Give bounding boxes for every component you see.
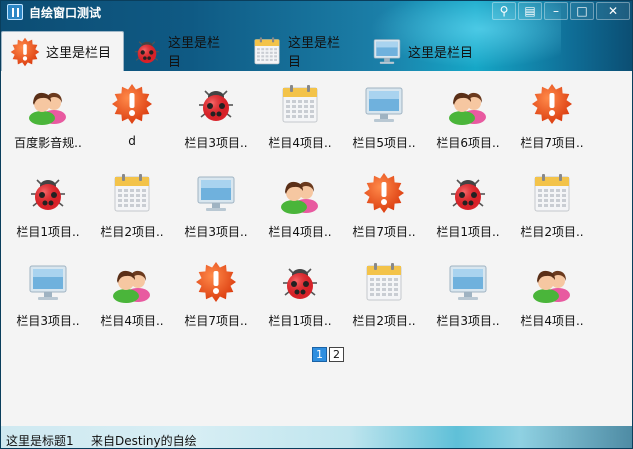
grid-item-label: 栏目1项目.. xyxy=(436,225,500,239)
status-credit: 来自Destiny的自绘 xyxy=(91,434,197,448)
warn-icon xyxy=(111,83,153,125)
tab-label: 这里是栏目 xyxy=(168,36,221,70)
bug-icon xyxy=(132,36,162,66)
calendar-icon xyxy=(111,172,153,214)
bug-icon xyxy=(447,172,489,214)
grid-item-label: 栏目2项目.. xyxy=(352,314,416,328)
monitor-icon xyxy=(447,261,489,303)
warn-icon xyxy=(10,37,40,67)
warn-icon xyxy=(195,261,237,303)
warn-icon xyxy=(531,83,573,125)
tab-3[interactable]: 这里是栏目 xyxy=(244,31,364,71)
title-bar[interactable]: 自绘窗口测试 ⚲ ▤ – □ ✕ xyxy=(1,1,632,23)
calendar-icon xyxy=(531,172,573,214)
tab-label: 这里是栏目 xyxy=(408,45,474,61)
bug-icon xyxy=(195,83,237,125)
maximize-button[interactable]: □ xyxy=(570,2,594,20)
calendar-icon xyxy=(252,36,282,66)
grid-item[interactable]: 栏目4项目.. xyxy=(90,257,174,337)
user-icon xyxy=(531,261,573,303)
window-title: 自绘窗口测试 xyxy=(29,6,102,20)
page-1-button[interactable]: 1 xyxy=(312,347,327,362)
grid-item-label: 栏目5项目.. xyxy=(352,136,416,150)
page-2-button[interactable]: 2 xyxy=(329,347,344,362)
app-logo-icon xyxy=(7,4,23,20)
monitor-icon xyxy=(195,172,237,214)
grid-item-label: 栏目7项目.. xyxy=(520,136,584,150)
grid-item[interactable]: 百度影音规.. xyxy=(6,79,90,159)
window-controls: ⚲ ▤ – □ ✕ xyxy=(492,2,630,20)
tab-label: 这里是栏目 xyxy=(288,36,341,70)
skin-button[interactable]: ⚲ xyxy=(492,2,516,20)
grid-item[interactable]: d xyxy=(90,79,174,159)
grid-item-label: 栏目7项目.. xyxy=(184,314,248,328)
calendar-icon xyxy=(363,261,405,303)
grid-item[interactable]: 栏目3项目.. xyxy=(6,257,90,337)
grid-item[interactable]: 栏目1项目.. xyxy=(6,168,90,248)
grid-item-label: 栏目1项目.. xyxy=(16,225,80,239)
grid-item-label: 栏目1项目.. xyxy=(268,314,332,328)
tab-2[interactable]: 这里是栏目 xyxy=(124,31,244,71)
grid-item-label: 栏目2项目.. xyxy=(100,225,164,239)
grid-item-label: 栏目3项目.. xyxy=(16,314,80,328)
grid-item[interactable]: 栏目3项目.. xyxy=(426,257,510,337)
grid-item[interactable]: 栏目3项目.. xyxy=(174,168,258,248)
app-window: 自绘窗口测试 ⚲ ▤ – □ ✕ 这里是栏目 这里是栏目 这里是栏目 这里是栏目… xyxy=(0,0,633,449)
minimize-button[interactable]: – xyxy=(544,2,568,20)
menu-button[interactable]: ▤ xyxy=(518,2,542,20)
grid-item-label: 栏目4项目.. xyxy=(520,314,584,328)
close-button[interactable]: ✕ xyxy=(596,2,630,20)
grid-item-label: d xyxy=(128,134,136,148)
grid-item-label: 百度影音规.. xyxy=(14,136,82,150)
grid-item[interactable]: 栏目7项目.. xyxy=(342,168,426,248)
user-icon xyxy=(111,261,153,303)
bug-icon xyxy=(279,261,321,303)
tab-1[interactable]: 这里是栏目 xyxy=(1,31,125,71)
grid-item[interactable]: 栏目1项目.. xyxy=(426,168,510,248)
grid-item-label: 栏目6项目.. xyxy=(436,136,500,150)
user-icon xyxy=(447,83,489,125)
grid-item-label: 栏目3项目.. xyxy=(184,225,248,239)
grid-item-label: 栏目2项目.. xyxy=(520,225,584,239)
grid-item[interactable]: 栏目7项目.. xyxy=(174,257,258,337)
user-icon xyxy=(279,172,321,214)
grid-item[interactable]: 栏目2项目.. xyxy=(342,257,426,337)
content-area: 百度影音规.. d 栏目3项目.. 栏目4项目.. 栏目5项目.. 栏目6项目.. 栏目7项… xyxy=(1,71,632,426)
grid-item-label: 栏目4项目.. xyxy=(268,136,332,150)
grid-item[interactable]: 栏目1项目.. xyxy=(258,257,342,337)
grid-item[interactable]: 栏目2项目.. xyxy=(90,168,174,248)
grid-item-label: 栏目4项目.. xyxy=(100,314,164,328)
warn-icon xyxy=(363,172,405,214)
tab-label: 这里是栏目 xyxy=(46,46,112,61)
bug-icon xyxy=(27,172,69,214)
grid-item[interactable]: 栏目4项目.. xyxy=(258,79,342,159)
grid-item-label: 栏目7项目.. xyxy=(352,225,416,239)
grid-item[interactable]: 栏目3项目.. xyxy=(174,79,258,159)
grid-item-label: 栏目3项目.. xyxy=(436,314,500,328)
grid-item[interactable]: 栏目5项目.. xyxy=(342,79,426,159)
tab-4[interactable]: 这里是栏目 xyxy=(364,31,494,71)
monitor-icon xyxy=(363,83,405,125)
calendar-icon xyxy=(279,83,321,125)
tab-strip: 这里是栏目 这里是栏目 这里是栏目 这里是栏目 xyxy=(1,31,494,71)
monitor-icon xyxy=(27,261,69,303)
grid-item-label: 栏目3项目.. xyxy=(184,136,248,150)
pager: 1 2 xyxy=(312,347,344,362)
monitor-icon xyxy=(372,36,402,66)
grid-item[interactable]: 栏目4项目.. xyxy=(258,168,342,248)
status-bar: 这里是标题1 来自Destiny的自绘 xyxy=(1,426,632,448)
user-icon xyxy=(27,83,69,125)
grid-item-label: 栏目4项目.. xyxy=(268,225,332,239)
grid-item[interactable]: 栏目4项目.. xyxy=(510,257,594,337)
grid-item[interactable]: 栏目2项目.. xyxy=(510,168,594,248)
status-title: 这里是标题1 xyxy=(6,434,74,448)
grid-item[interactable]: 栏目7项目.. xyxy=(510,79,594,159)
grid-item[interactable]: 栏目6项目.. xyxy=(426,79,510,159)
